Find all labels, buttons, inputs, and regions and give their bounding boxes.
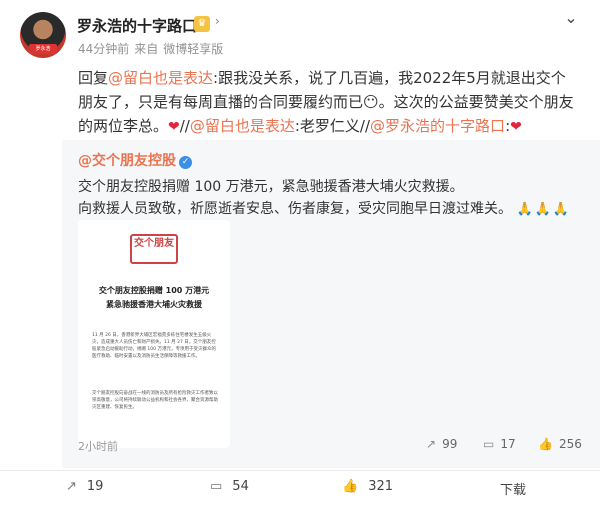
- avatar[interactable]: 罗永浩: [20, 12, 66, 58]
- post-header: 罗永浩 罗永浩的十字路口 ♛ › ⌄ 44分钟前 来自 微博轻享版: [0, 0, 600, 62]
- company-seal-logo: 交个朋友: [130, 234, 178, 264]
- pray-emoji: 🙏🙏🙏: [516, 202, 572, 217]
- repost-text-line: 向救援人员致敬，祈愿逝者安息、伤者康复，受灾同胞早日渡过难关。 🙏🙏🙏: [78, 198, 571, 218]
- download-button[interactable]: 下载: [500, 479, 526, 498]
- share-icon: ↗: [426, 437, 437, 451]
- announcement-paragraph: 交个朋友控股向奋战在一线的消防员及所有抢险救灾工作者致以崇高敬意，公司将持续联动…: [92, 391, 218, 410]
- chevron-down-icon[interactable]: ⌄: [562, 8, 580, 27]
- announcement-image[interactable]: 交个朋友 交个朋友控股捐赠 100 万港元 紧急驰援香港大埔火灾救援 11 月 …: [78, 220, 230, 448]
- emoji: 😶: [363, 93, 379, 111]
- repost-like-button[interactable]: 👍 256: [538, 437, 582, 451]
- source-prefix: 来自: [134, 42, 159, 56]
- like-button[interactable]: 👍 321: [342, 479, 393, 494]
- time-ago[interactable]: 44分钟前: [78, 42, 129, 56]
- crown-badge-icon[interactable]: ♛: [194, 16, 210, 32]
- comment-icon: ▭: [483, 437, 495, 451]
- verified-icon: ✓: [179, 156, 192, 169]
- like-icon: 👍: [538, 437, 553, 451]
- post-meta: 44分钟前 来自 微博轻享版: [78, 40, 228, 57]
- post-text: 回复@留白也是表达:跟我没关系，说了几百遍，我2022年5月就退出交个朋友了，只…: [78, 66, 578, 139]
- repost-comment-count: 17: [500, 437, 516, 451]
- comment-count: 54: [232, 479, 249, 494]
- repost-author-name[interactable]: @交个朋友控股: [78, 153, 176, 169]
- avatar-tag: 罗永浩: [29, 44, 57, 54]
- repost-text: 向救援人员致敬，祈愿逝者安息、伤者康复，受灾同胞早日渡过难关。: [78, 201, 512, 217]
- separator: //: [179, 117, 190, 135]
- like-icon: 👍: [342, 479, 359, 494]
- seal-text: 交个朋友: [134, 238, 174, 249]
- mention-link[interactable]: @罗永浩的十字路口: [370, 117, 505, 135]
- mention-link[interactable]: @留白也是表达: [190, 117, 295, 135]
- share-button[interactable]: ↗ 19: [66, 479, 103, 494]
- repost-author[interactable]: @交个朋友控股 ✓: [78, 150, 192, 170]
- comment-icon: ▭: [210, 479, 223, 494]
- mention-link[interactable]: @留白也是表达: [108, 69, 213, 87]
- repost-time[interactable]: 2小时前: [78, 438, 118, 454]
- repost-text-line: 交个朋友控股捐赠 100 万港元，紧急驰援香港大埔火灾救援。: [78, 179, 464, 195]
- share-count: 19: [86, 479, 104, 494]
- announcement-title-line: 紧急驰援香港大埔火灾救援: [106, 300, 202, 309]
- divider: [0, 470, 600, 471]
- post-text-part: :老罗仁义//: [294, 117, 371, 135]
- reply-prefix: 回复: [78, 69, 109, 87]
- repost-comment-button[interactable]: ▭ 17: [483, 437, 516, 451]
- repost-share-count: 99: [442, 437, 458, 451]
- announcement-title-line: 交个朋友控股捐赠 100 万港元: [98, 286, 210, 295]
- repost-like-count: 256: [558, 437, 582, 451]
- user-name[interactable]: 罗永浩的十字路口: [77, 15, 197, 36]
- heart-emoji: ❤: [510, 119, 522, 135]
- announcement-paragraph: 11 月 26 日，香港新界大埔区宏福苑多栋住宅楼发生五级火灾，造成重大人员伤亡…: [92, 333, 216, 359]
- heart-emoji: ❤: [168, 119, 180, 135]
- share-icon: ↗: [66, 479, 77, 494]
- reposted-card[interactable]: @交个朋友控股 ✓ 交个朋友控股捐赠 100 万港元，紧急驰援香港大埔火灾救援。 …: [62, 140, 600, 468]
- repost-share-button[interactable]: ↗ 99: [426, 437, 457, 451]
- chevron-right-icon[interactable]: ›: [215, 14, 220, 28]
- announcement-title: 交个朋友控股捐赠 100 万港元 紧急驰援香港大埔火灾救援: [84, 284, 224, 312]
- source-link[interactable]: 微博轻享版: [163, 42, 223, 56]
- like-count: 321: [368, 479, 394, 494]
- comment-button[interactable]: ▭ 54: [210, 479, 249, 494]
